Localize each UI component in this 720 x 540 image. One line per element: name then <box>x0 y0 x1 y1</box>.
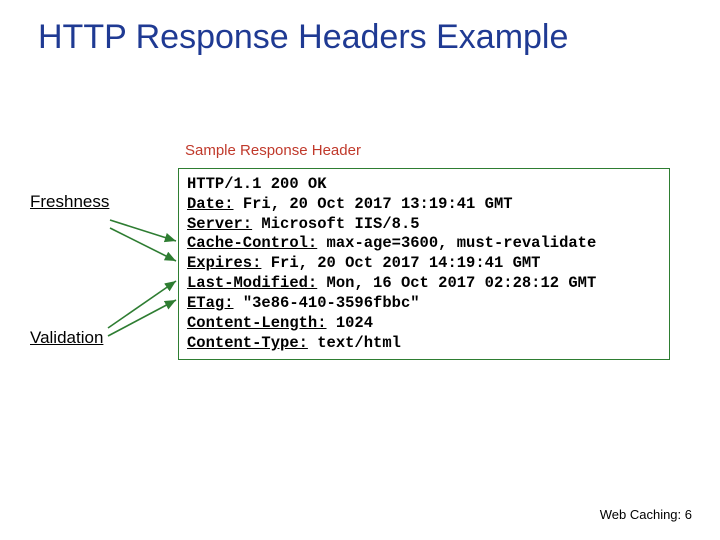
code-line-content-length: Content-Length: 1024 <box>187 314 661 334</box>
label-validation: Validation <box>30 328 103 348</box>
label-freshness: Freshness <box>30 192 109 212</box>
code-line-expires: Expires: Fri, 20 Oct 2017 14:19:41 GMT <box>187 254 661 274</box>
code-line-last-modified: Last-Modified: Mon, 16 Oct 2017 02:28:12… <box>187 274 661 294</box>
slide: HTTP Response Headers Example Sample Res… <box>0 0 720 540</box>
code-line-cache-control: Cache-Control: max-age=3600, must-revali… <box>187 234 661 254</box>
code-line-status: HTTP/1.1 200 OK <box>187 175 661 195</box>
page-title: HTTP Response Headers Example <box>0 18 720 57</box>
code-caption: Sample Response Header <box>185 142 361 159</box>
code-line-date: Date: Fri, 20 Oct 2017 13:19:41 GMT <box>187 195 661 215</box>
code-line-content-type: Content-Type: text/html <box>187 334 661 354</box>
slide-footer: Web Caching: 6 <box>600 507 692 522</box>
code-line-etag: ETag: "3e86-410-3596fbbc" <box>187 294 661 314</box>
http-response-code: HTTP/1.1 200 OK Date: Fri, 20 Oct 2017 1… <box>178 168 670 360</box>
code-line-server: Server: Microsoft IIS/8.5 <box>187 215 661 235</box>
